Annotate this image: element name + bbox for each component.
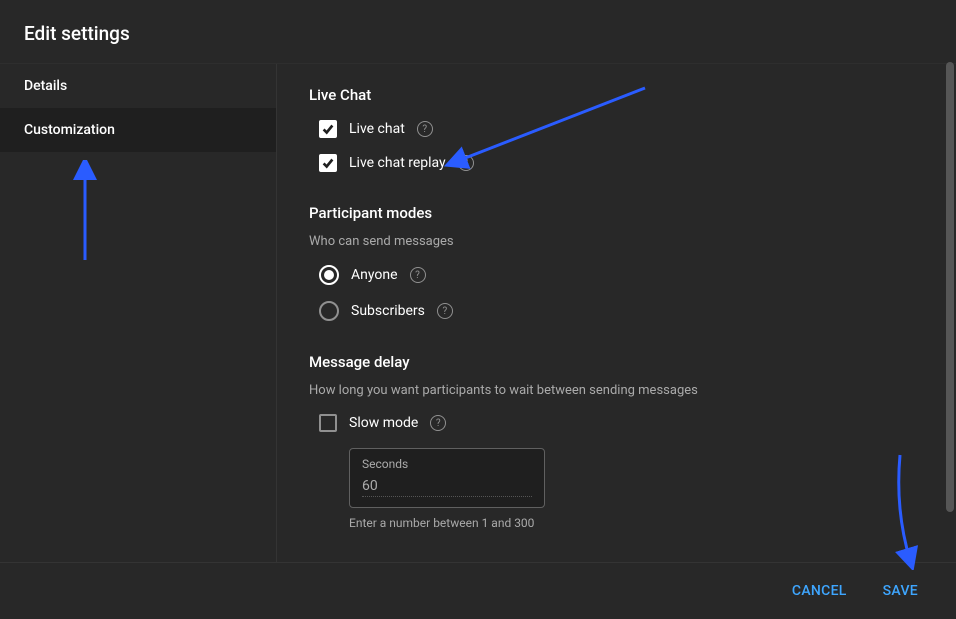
sidebar-item-customization[interactable]: Customization: [0, 108, 276, 152]
cancel-button[interactable]: CANCEL: [778, 575, 861, 607]
help-icon[interactable]: ?: [417, 121, 433, 137]
dialog-title: Edit settings: [0, 0, 956, 63]
dialog-body: Details Customization Live Chat Live cha…: [0, 63, 956, 562]
help-icon[interactable]: ?: [410, 267, 426, 283]
section-subtitle: Who can send messages: [309, 234, 924, 249]
option-label: Live chat: [349, 121, 405, 137]
sidebar-item-label: Details: [24, 78, 67, 94]
radio-subscribers[interactable]: [319, 301, 339, 321]
option-label: Live chat replay: [349, 155, 446, 171]
help-icon[interactable]: ?: [437, 303, 453, 319]
seconds-input-box[interactable]: Seconds: [349, 448, 545, 508]
option-live-chat[interactable]: Live chat ?: [309, 116, 924, 142]
checkbox-slow-mode[interactable]: [319, 414, 337, 432]
seconds-input-wrap: Seconds Enter a number between 1 and 300: [349, 448, 924, 530]
help-icon[interactable]: ?: [458, 155, 474, 171]
option-label: Slow mode: [349, 415, 418, 431]
main-panel: Live Chat Live chat ? Live chat replay ?: [277, 64, 956, 562]
option-label: Subscribers: [351, 303, 425, 319]
settings-dialog: Edit settings Details Customization Live…: [0, 0, 956, 619]
option-live-chat-replay[interactable]: Live chat replay ?: [309, 150, 924, 176]
section-title: Message delay: [309, 353, 924, 371]
scrollbar[interactable]: [946, 62, 954, 512]
seconds-input[interactable]: [362, 478, 532, 497]
dialog-footer: CANCEL SAVE: [0, 562, 956, 619]
checkbox-live-chat[interactable]: [319, 120, 337, 138]
section-title: Live Chat: [309, 86, 924, 104]
sidebar: Details Customization: [0, 64, 277, 562]
option-subscribers[interactable]: Subscribers ?: [309, 297, 924, 325]
radio-anyone[interactable]: [319, 265, 339, 285]
section-subtitle: How long you want participants to wait b…: [309, 383, 924, 398]
section-message-delay: Message delay How long you want particip…: [309, 353, 924, 530]
input-floating-label: Seconds: [362, 457, 532, 471]
sidebar-item-details[interactable]: Details: [0, 64, 276, 108]
option-anyone[interactable]: Anyone ?: [309, 261, 924, 289]
option-label: Anyone: [351, 267, 398, 283]
section-title: Participant modes: [309, 204, 924, 222]
section-participant-modes: Participant modes Who can send messages …: [309, 204, 924, 325]
section-live-chat: Live Chat Live chat ? Live chat replay ?: [309, 86, 924, 176]
input-hint: Enter a number between 1 and 300: [349, 516, 924, 530]
help-icon[interactable]: ?: [430, 415, 446, 431]
checkbox-live-chat-replay[interactable]: [319, 154, 337, 172]
sidebar-item-label: Customization: [24, 122, 115, 138]
save-button[interactable]: SAVE: [869, 575, 932, 607]
option-slow-mode[interactable]: Slow mode ?: [309, 410, 924, 436]
